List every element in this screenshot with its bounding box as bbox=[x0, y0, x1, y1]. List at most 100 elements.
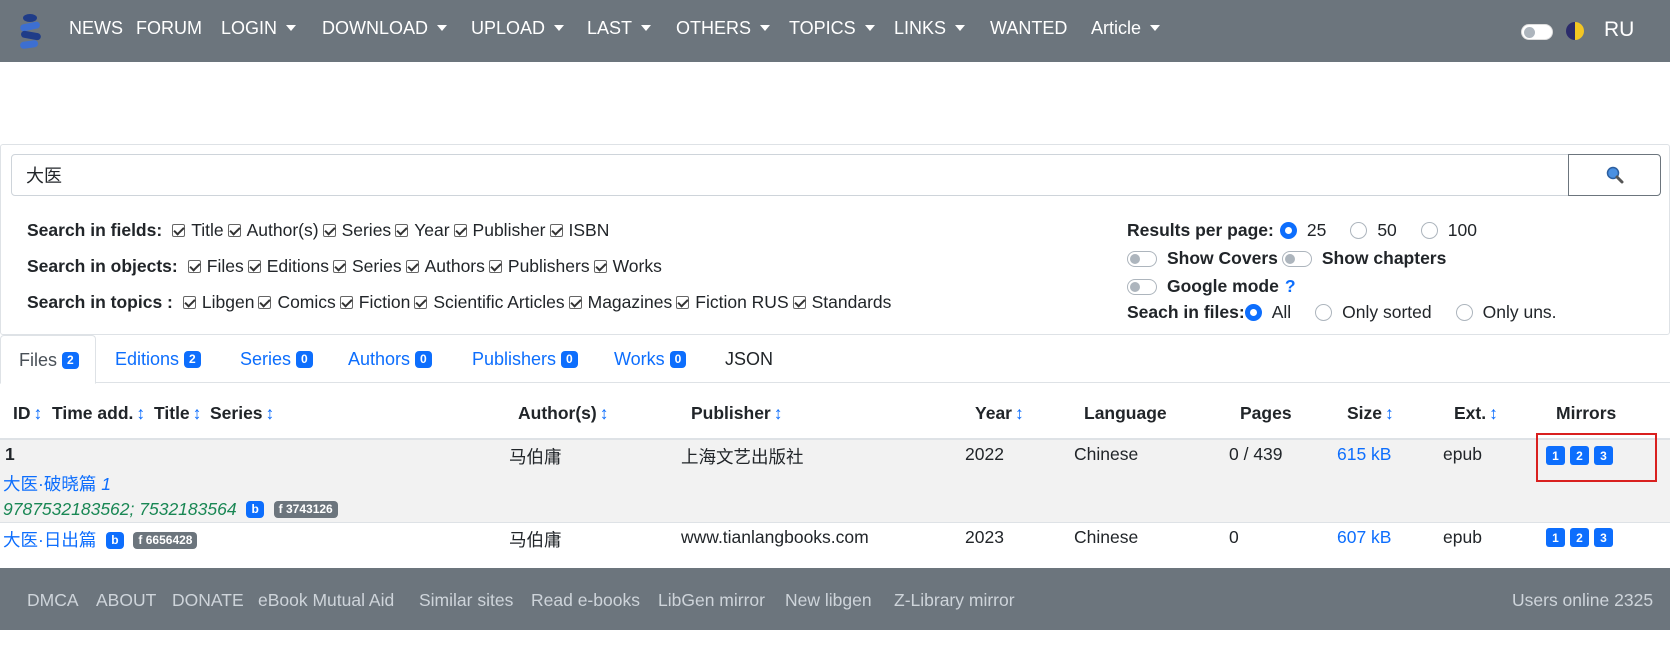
radio-results-100[interactable] bbox=[1420, 222, 1438, 239]
nav-links[interactable]: LINKS bbox=[894, 18, 966, 39]
mirror-3-button[interactable]: 3 bbox=[1594, 528, 1613, 547]
radio-results-25[interactable] bbox=[1279, 222, 1297, 239]
nav-others[interactable]: OTHERS bbox=[676, 18, 771, 39]
col-header-series[interactable]: Series ↕ bbox=[210, 403, 274, 424]
nav-login[interactable]: LOGIN bbox=[221, 18, 297, 39]
checkbox-files[interactable] bbox=[187, 260, 201, 273]
checkbox-publishers[interactable] bbox=[488, 260, 502, 273]
tab-files[interactable]: Files 2 bbox=[0, 335, 96, 384]
size-link[interactable]: 607 kB bbox=[1337, 527, 1391, 548]
checkbox-editions[interactable] bbox=[247, 260, 261, 273]
col-header-title[interactable]: Title ↕ bbox=[154, 403, 201, 424]
checkbox-authors[interactable] bbox=[227, 224, 241, 237]
search-in-files-label: Seach in files: bbox=[1127, 302, 1245, 322]
checkbox-standards[interactable] bbox=[792, 296, 806, 309]
radio-files-only-unsorted[interactable] bbox=[1455, 304, 1473, 321]
mirror-1-button[interactable]: 1 bbox=[1546, 528, 1565, 547]
theme-toggle[interactable] bbox=[1521, 24, 1553, 40]
checkbox-fiction-rus[interactable] bbox=[676, 296, 690, 309]
language-cell: Chinese bbox=[1074, 527, 1139, 547]
radio-files-all[interactable] bbox=[1244, 304, 1262, 321]
checkbox-scientific-articles[interactable] bbox=[414, 296, 428, 309]
tab-editions[interactable]: Editions 2 bbox=[115, 349, 201, 370]
checkbox-magazines[interactable] bbox=[568, 296, 582, 309]
checkbox-isbn[interactable] bbox=[549, 224, 563, 237]
sort-icon[interactable]: ↕ bbox=[774, 403, 783, 423]
mirror-2-button[interactable]: 2 bbox=[1570, 528, 1589, 547]
tab-works[interactable]: Works 0 bbox=[614, 349, 687, 370]
nav-wanted[interactable]: WANTED bbox=[990, 18, 1067, 39]
search-input[interactable] bbox=[11, 154, 1569, 196]
col-header-publisher[interactable]: Publisher ↕ bbox=[691, 403, 783, 424]
footer-link-donate[interactable]: DONATE bbox=[172, 590, 244, 611]
f-id-badge[interactable]: f 3743126 bbox=[273, 501, 338, 518]
checkbox-fiction[interactable] bbox=[339, 296, 353, 309]
google-mode-help-link[interactable]: ? bbox=[1285, 276, 1296, 297]
sort-icon[interactable]: ↕ bbox=[1385, 403, 1394, 423]
tab-json[interactable]: JSON bbox=[725, 349, 773, 370]
checkbox-series[interactable] bbox=[322, 224, 336, 237]
language-switch-link[interactable]: RU bbox=[1604, 18, 1634, 42]
search-fields-row: Search in fields: Title Author(s) Series… bbox=[27, 220, 609, 241]
tab-authors[interactable]: Authors 0 bbox=[348, 349, 432, 370]
nav-last[interactable]: LAST bbox=[587, 18, 652, 39]
b-badge[interactable]: b bbox=[106, 532, 124, 549]
checkbox-authors-obj[interactable] bbox=[405, 260, 419, 273]
col-header-id[interactable]: ID ↕ bbox=[13, 403, 42, 424]
nav-download[interactable]: DOWNLOAD bbox=[322, 18, 448, 39]
checkbox-works[interactable] bbox=[593, 260, 607, 273]
f-id-badge[interactable]: f 6656428 bbox=[133, 532, 198, 549]
sort-icon[interactable]: ↕ bbox=[600, 403, 609, 423]
footer-link-ebook-mutual-aid[interactable]: eBook Mutual Aid bbox=[258, 590, 394, 611]
footer-link-read-ebooks[interactable]: Read e-books bbox=[531, 590, 640, 611]
sort-icon[interactable]: ↕ bbox=[266, 403, 275, 423]
author-cell[interactable]: 马伯庸 bbox=[509, 527, 562, 552]
sort-icon[interactable]: ↕ bbox=[136, 403, 145, 423]
tab-publishers[interactable]: Publishers 0 bbox=[472, 349, 578, 370]
footer-link-zlibrary-mirror[interactable]: Z-Library mirror bbox=[894, 590, 1015, 611]
checkbox-obj-series[interactable] bbox=[332, 260, 346, 273]
col-header-authors[interactable]: Author(s) ↕ bbox=[518, 403, 608, 424]
sort-icon[interactable]: ↕ bbox=[34, 403, 43, 423]
book-title-link[interactable]: 大医·日出篇 bbox=[3, 530, 96, 550]
nav-forum[interactable]: FORUM bbox=[136, 18, 202, 39]
radio-results-50[interactable] bbox=[1350, 222, 1368, 239]
col-header-time-added[interactable]: Time add. ↕ bbox=[52, 403, 145, 424]
count-badge: 0 bbox=[669, 351, 687, 368]
year-cell: 2022 bbox=[965, 444, 1004, 464]
checkbox-comics[interactable] bbox=[258, 296, 272, 309]
size-link[interactable]: 615 kB bbox=[1337, 444, 1391, 465]
series-number: 1 bbox=[101, 474, 111, 494]
sort-icon[interactable]: ↕ bbox=[193, 403, 202, 423]
google-mode-switch[interactable] bbox=[1127, 278, 1157, 295]
library-logo-icon[interactable] bbox=[14, 10, 46, 52]
checkbox-publisher[interactable] bbox=[453, 224, 467, 237]
author-cell[interactable]: 马伯庸 bbox=[509, 444, 562, 469]
sort-icon[interactable]: ↕ bbox=[1015, 403, 1024, 423]
radio-files-only-sorted[interactable] bbox=[1315, 304, 1333, 321]
label-scientific-articles: Scientific Articles bbox=[433, 292, 565, 312]
nav-news[interactable]: NEWS bbox=[69, 18, 123, 39]
footer-link-libgen-mirror[interactable]: LibGen mirror bbox=[658, 590, 765, 611]
search-button[interactable] bbox=[1568, 154, 1661, 196]
b-badge[interactable]: b bbox=[246, 501, 264, 518]
nav-topics[interactable]: TOPICS bbox=[789, 18, 875, 39]
checkbox-title[interactable] bbox=[172, 224, 186, 237]
footer-link-dmca[interactable]: DMCA bbox=[27, 590, 79, 611]
col-header-size[interactable]: Size ↕ bbox=[1347, 403, 1394, 424]
col-header-year[interactable]: Year ↕ bbox=[975, 403, 1024, 424]
footer-link-about[interactable]: ABOUT bbox=[96, 590, 156, 611]
sort-icon[interactable]: ↕ bbox=[1489, 403, 1498, 423]
col-header-ext[interactable]: Ext. ↕ bbox=[1454, 403, 1498, 424]
footer-link-similar-sites[interactable]: Similar sites bbox=[419, 590, 513, 611]
show-covers-switch[interactable] bbox=[1127, 250, 1157, 267]
nav-upload[interactable]: UPLOAD bbox=[471, 18, 565, 39]
checkbox-libgen[interactable] bbox=[182, 296, 196, 309]
nav-article[interactable]: Article bbox=[1091, 18, 1161, 39]
book-title-link[interactable]: 大医·破晓篇 bbox=[3, 474, 96, 494]
tab-series[interactable]: Series 0 bbox=[240, 349, 313, 370]
show-chapters-switch[interactable] bbox=[1281, 250, 1312, 267]
footer-link-new-libgen[interactable]: New libgen bbox=[785, 590, 872, 611]
checkbox-year[interactable] bbox=[395, 224, 409, 237]
chevron-down-icon bbox=[554, 25, 565, 31]
